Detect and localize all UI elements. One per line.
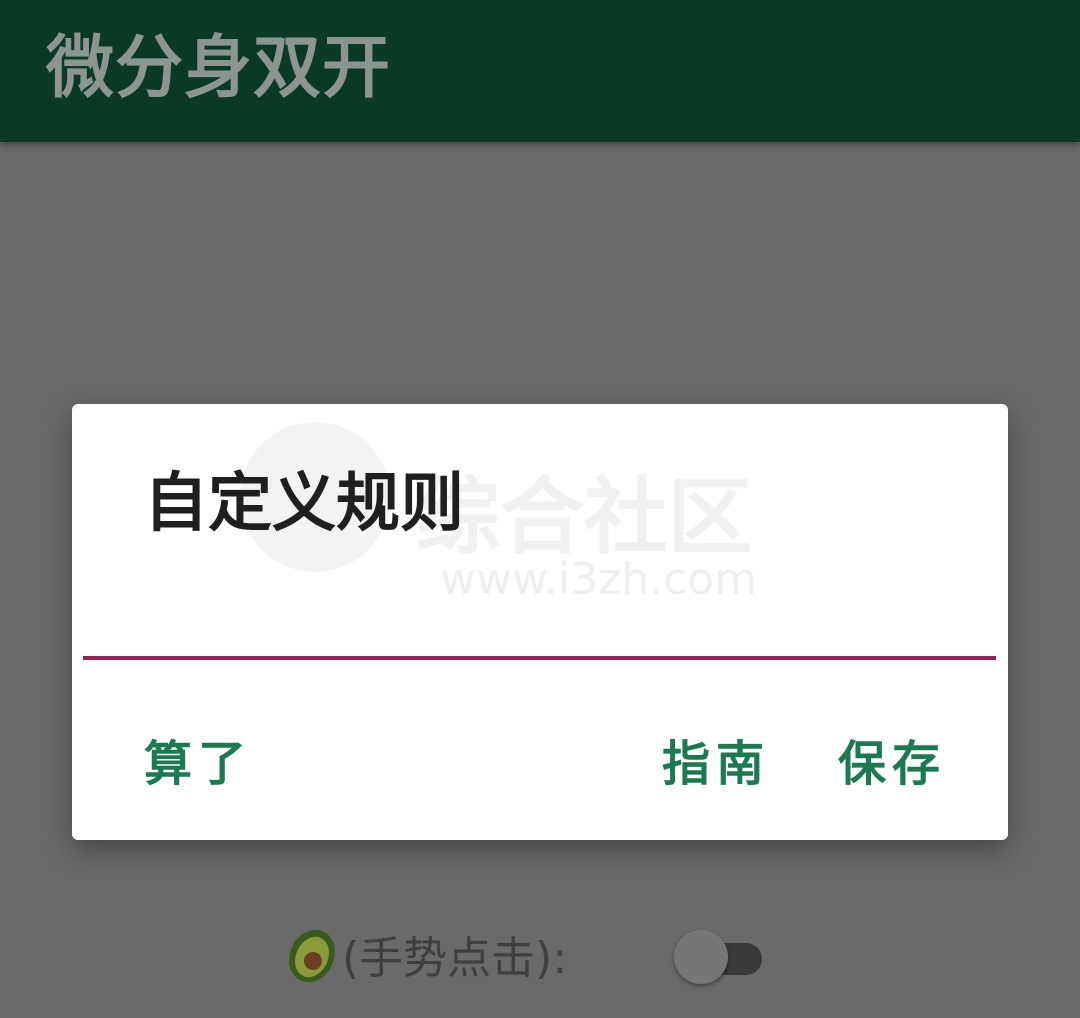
dialog-title: 自定义规则 (144, 467, 464, 541)
custom-rule-dialog: 综合社区 www.i3zh.com 自定义规则 算了 指南 保存 (72, 404, 1008, 840)
gesture-setting-row: (手势点击): (282, 918, 567, 990)
app-title: 微分身双开 (46, 29, 392, 108)
toggle-thumb (674, 930, 728, 984)
watermark-text: 综合社区 (416, 468, 753, 566)
app-bar: 微分身双开 (0, 0, 1080, 142)
save-button[interactable]: 保存 (838, 724, 946, 804)
cancel-button[interactable]: 算了 (144, 724, 252, 804)
gesture-toggle[interactable] (672, 926, 768, 986)
avocado-icon (289, 929, 335, 983)
gesture-label: (手势点击): (342, 933, 568, 984)
watermark-url: www.i3zh.com (440, 554, 758, 605)
guide-button[interactable]: 指南 (662, 724, 770, 804)
rule-input[interactable] (83, 600, 996, 660)
